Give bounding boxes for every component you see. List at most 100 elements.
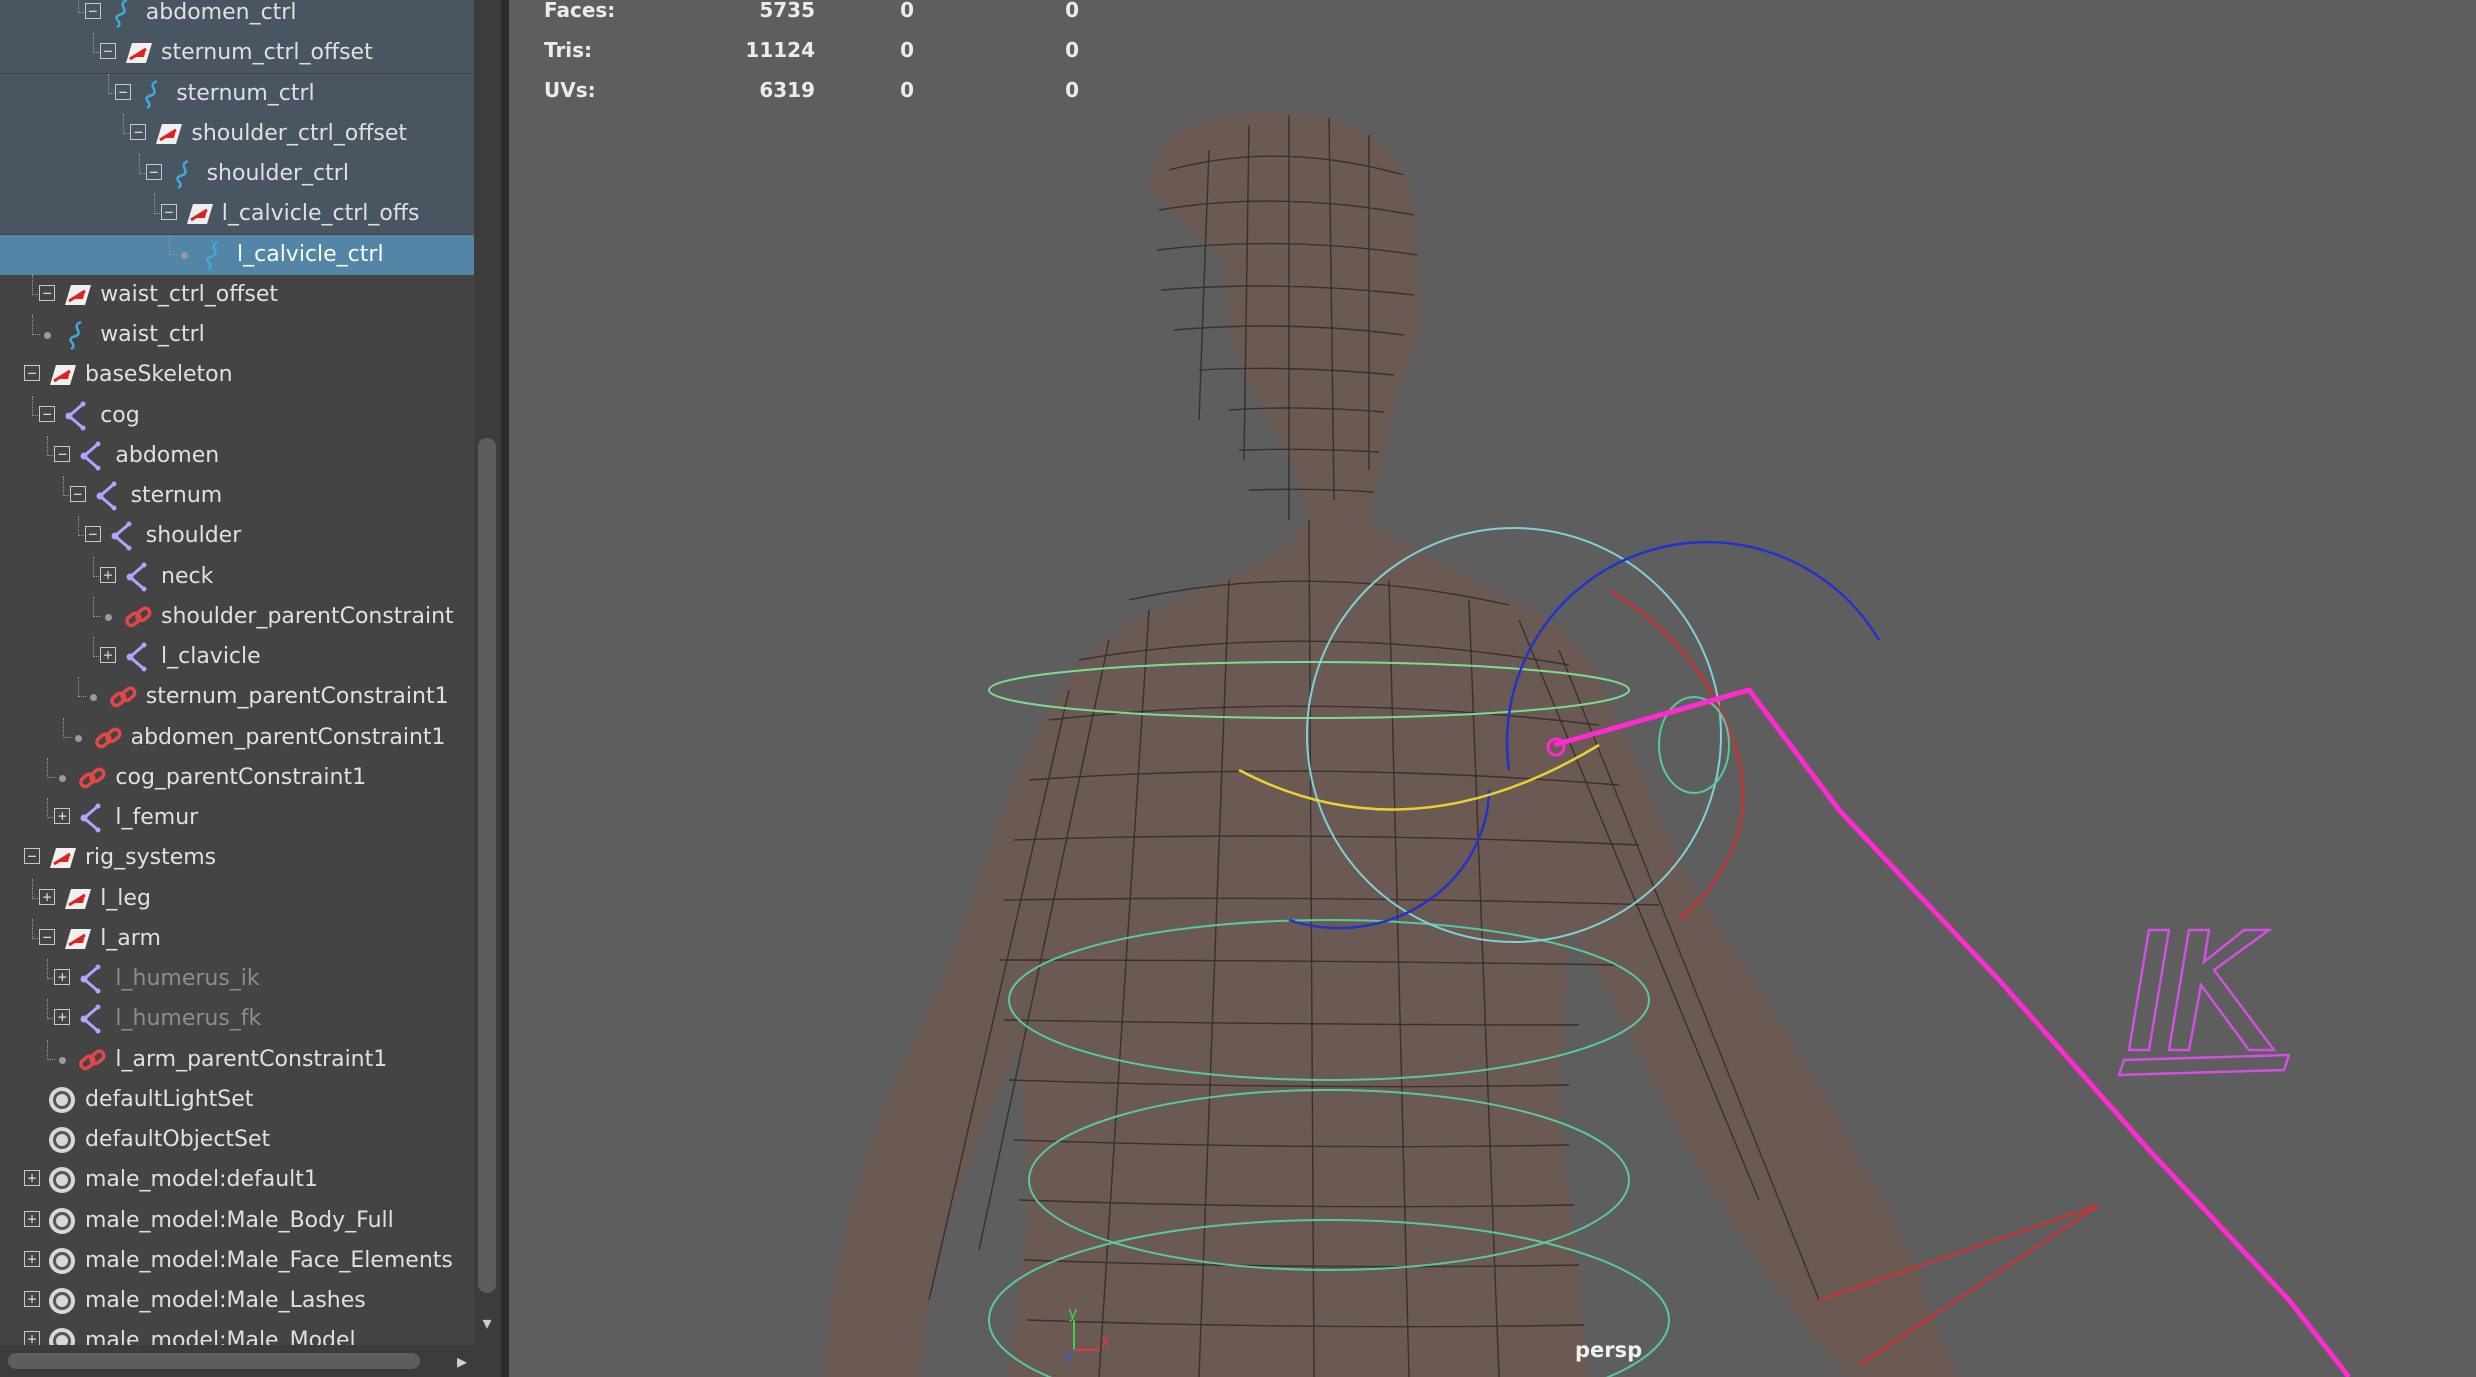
outliner-item[interactable]: + l_clavicle xyxy=(0,637,474,677)
outliner-horizontal-scrollbar[interactable]: ▸ xyxy=(0,1345,501,1377)
outliner-item[interactable]: + male_model:default1 xyxy=(0,1160,474,1200)
tree-connector xyxy=(32,395,34,416)
tree-connector xyxy=(32,334,41,335)
collapse-icon[interactable]: − xyxy=(39,405,56,422)
collapse-icon[interactable]: − xyxy=(54,445,71,462)
nurbs-curve-icon xyxy=(168,158,200,190)
expand-icon[interactable]: + xyxy=(100,566,116,583)
tree-connector xyxy=(153,194,155,215)
expand-icon[interactable]: + xyxy=(24,1250,40,1267)
collapse-icon[interactable]: − xyxy=(130,123,147,140)
expand-icon[interactable]: + xyxy=(54,969,71,985)
nurbs-curve-icon xyxy=(107,0,139,29)
joint-icon xyxy=(107,520,139,552)
outliner-item[interactable]: − rig_systems xyxy=(0,838,474,878)
outliner-item-label: shoulder xyxy=(145,523,242,549)
collapse-icon[interactable]: − xyxy=(145,164,162,180)
scroll-down-arrow-icon[interactable]: ▾ xyxy=(478,1315,496,1333)
outliner-item-label: l_calvicle_ctrl xyxy=(237,241,384,267)
collapse-icon[interactable]: − xyxy=(69,486,86,502)
collapse-icon[interactable]: − xyxy=(84,526,101,543)
outliner-item[interactable]: + male_model:Male_Face_Elements xyxy=(0,1241,474,1281)
outliner-item[interactable]: defaultLightSet xyxy=(0,1080,474,1120)
collapse-icon[interactable]: − xyxy=(24,365,40,382)
transform-group-icon xyxy=(152,118,184,150)
expand-icon[interactable]: + xyxy=(24,1210,40,1227)
outliner-item[interactable]: − abdomen xyxy=(0,435,474,476)
outliner-vertical-scrollbar[interactable]: ▾ xyxy=(474,0,501,1345)
outliner-item[interactable]: − shoulder_ctrl xyxy=(0,154,474,194)
object-set-icon xyxy=(46,1205,78,1237)
outliner-hscroll-thumb[interactable] xyxy=(8,1353,420,1369)
outliner-item-label: sternum_ctrl_offset xyxy=(161,40,373,66)
collapse-icon[interactable]: − xyxy=(24,848,40,865)
tree-connector xyxy=(77,677,79,698)
outliner-item[interactable]: − shoulder xyxy=(0,516,474,556)
expand-icon[interactable]: + xyxy=(24,1291,40,1307)
outliner-item[interactable]: + neck xyxy=(0,556,474,597)
object-set-icon xyxy=(46,1285,78,1317)
outliner-item[interactable]: abdomen_parentConstraint1 xyxy=(0,717,474,758)
expand-icon[interactable]: + xyxy=(24,1170,40,1187)
tree-connector xyxy=(62,717,64,738)
collapse-icon[interactable]: − xyxy=(115,83,132,100)
tree-connector xyxy=(32,878,34,899)
outliner-item-label: abdomen_ctrl xyxy=(145,0,297,25)
perspective-viewport[interactable]: y x Faces: 5735 0 0 Tris: 11124 0 0 UVs:… xyxy=(509,0,2476,1377)
collapse-icon[interactable]: − xyxy=(39,928,56,945)
outliner-item[interactable]: l_calvicle_ctrl xyxy=(0,234,474,275)
expand-icon[interactable]: + xyxy=(39,888,56,905)
transform-group-icon xyxy=(61,279,93,311)
scroll-right-arrow-icon[interactable]: ▸ xyxy=(452,1349,472,1373)
outliner-item[interactable]: − baseSkeleton xyxy=(0,355,474,395)
outliner-item[interactable]: − sternum_ctrl xyxy=(0,73,474,114)
outliner-item-label: l_humerus_ik xyxy=(115,966,260,991)
outliner-item[interactable]: + l_humerus_ik xyxy=(0,959,474,999)
outliner-item-label: l_clavicle xyxy=(161,644,261,669)
outliner-item[interactable]: sternum_parentConstraint1 xyxy=(0,677,474,717)
object-set-icon xyxy=(46,1124,78,1156)
tree-connector xyxy=(93,596,94,617)
tree-connector xyxy=(62,736,71,738)
tree-connector xyxy=(47,798,49,818)
ik-label-curve[interactable] xyxy=(2117,928,2291,1077)
outliner-item-label: l_arm xyxy=(100,925,161,951)
outliner-item[interactable]: defaultObjectSet xyxy=(0,1120,474,1160)
leaf-node-icon xyxy=(74,734,82,742)
collapse-icon[interactable]: − xyxy=(100,43,116,60)
outliner-item-label: sternum_parentConstraint1 xyxy=(145,684,449,710)
expand-icon[interactable]: + xyxy=(54,1009,71,1026)
outliner-item[interactable]: + male_model:Male_Lashes xyxy=(0,1281,474,1321)
outliner-item[interactable]: − sternum_ctrl_offset xyxy=(0,33,474,74)
outliner-item[interactable]: + l_humerus_fk xyxy=(0,999,474,1039)
panel-divider[interactable] xyxy=(501,0,509,1377)
tree-connector xyxy=(108,73,110,94)
joint-icon xyxy=(61,400,93,432)
outliner-item[interactable]: + l_leg xyxy=(0,878,474,919)
collapse-icon[interactable]: − xyxy=(84,3,101,19)
outliner-item-label: baseSkeleton xyxy=(85,362,233,388)
outliner-item[interactable]: − waist_ctrl_offset xyxy=(0,274,474,315)
outliner-item[interactable]: shoulder_parentConstraint xyxy=(0,596,474,637)
expand-icon[interactable]: + xyxy=(100,647,116,663)
joint-icon xyxy=(92,480,124,512)
leaf-node-icon xyxy=(59,1056,67,1064)
outliner-item[interactable]: − cog xyxy=(0,395,474,436)
outliner-item[interactable]: − sternum xyxy=(0,476,474,516)
outliner-item-label: cog_parentConstraint1 xyxy=(115,764,367,790)
outliner-item[interactable]: l_arm_parentConstraint1 xyxy=(0,1039,474,1080)
outliner-item[interactable]: + l_femur xyxy=(0,798,474,838)
outliner-scroll-thumb[interactable] xyxy=(478,438,496,1293)
outliner-item[interactable]: − abdomen_ctrl xyxy=(0,0,474,33)
outliner-item[interactable]: + male_model:Male_Body_Full xyxy=(0,1201,474,1241)
viewport-scene[interactable]: y x xyxy=(509,0,2476,1377)
collapse-icon[interactable]: − xyxy=(160,204,177,221)
outliner-item[interactable]: − shoulder_ctrl_offset xyxy=(0,113,474,154)
outliner-item[interactable]: − l_calvicle_ctrl_offs xyxy=(0,194,474,235)
outliner-item[interactable]: cog_parentConstraint1 xyxy=(0,757,474,798)
expand-icon[interactable]: + xyxy=(54,808,71,824)
transform-group-icon xyxy=(61,923,93,955)
collapse-icon[interactable]: − xyxy=(39,284,56,301)
outliner-item[interactable]: waist_ctrl xyxy=(0,315,474,355)
outliner-item[interactable]: − l_arm xyxy=(0,918,474,959)
